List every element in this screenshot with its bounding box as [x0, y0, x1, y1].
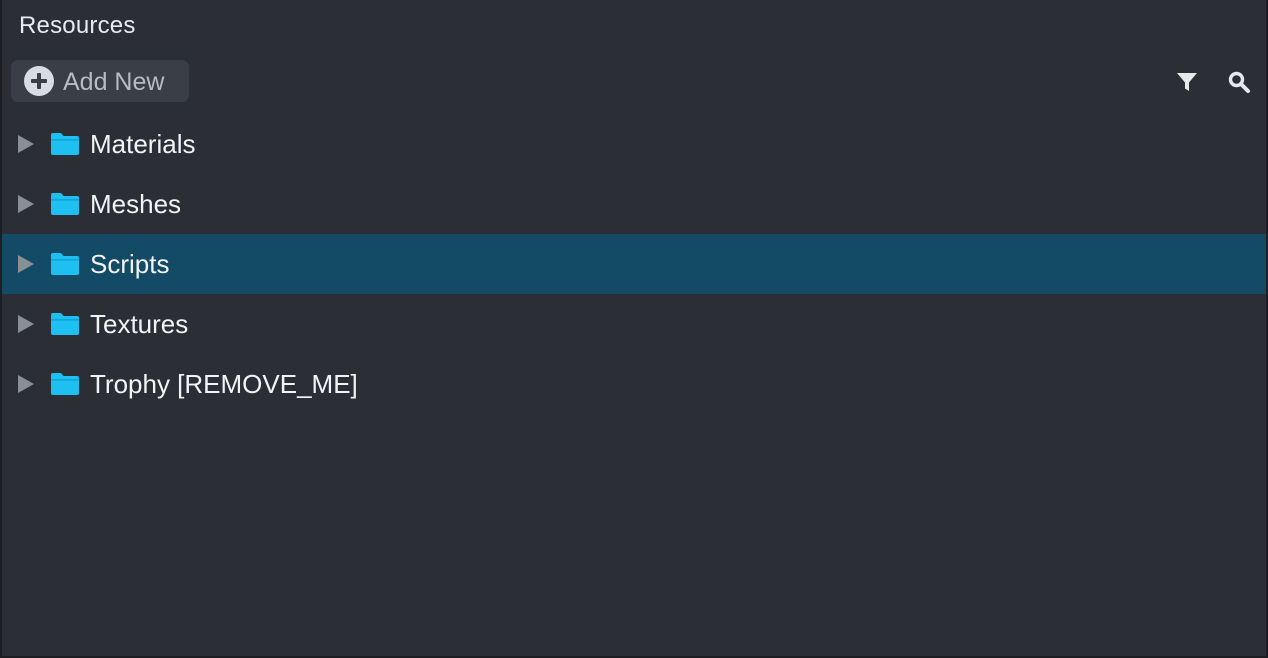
expand-arrow-icon[interactable] — [18, 135, 34, 153]
folder-icon — [51, 313, 79, 335]
expand-arrow-icon[interactable] — [18, 375, 34, 393]
panel-title: Resources — [19, 12, 136, 39]
tree-row-meshes[interactable]: Meshes — [2, 174, 1266, 234]
tree-row-label: Textures — [90, 309, 189, 339]
toolbar: Add New — [2, 56, 1266, 112]
folder-icon — [51, 253, 79, 275]
search-icon[interactable] — [1227, 70, 1251, 94]
tree-row-label: Materials — [90, 129, 196, 159]
tree-row-trophy[interactable]: Trophy [REMOVE_ME] — [2, 354, 1266, 414]
resource-tree: Materials Meshes Scripts Textures Trophy… — [2, 114, 1266, 414]
expand-arrow-icon[interactable] — [18, 255, 34, 273]
expand-arrow-icon[interactable] — [18, 315, 34, 333]
resources-panel: Resources Add New Materials Meshes Scrip… — [0, 0, 1268, 658]
tree-row-materials[interactable]: Materials — [2, 114, 1266, 174]
folder-icon — [51, 193, 79, 215]
tree-row-label: Meshes — [90, 189, 182, 219]
tree-row-label: Scripts — [90, 249, 170, 279]
tree-row-textures[interactable]: Textures — [2, 294, 1266, 354]
add-new-button[interactable]: Add New — [11, 60, 189, 102]
folder-icon — [51, 373, 79, 395]
plus-circle-icon — [24, 66, 54, 96]
folder-icon — [51, 133, 79, 155]
filter-icon[interactable] — [1175, 70, 1199, 94]
tree-row-label: Trophy [REMOVE_ME] — [90, 369, 358, 399]
tree-row-scripts[interactable]: Scripts — [2, 234, 1266, 294]
add-new-label: Add New — [63, 68, 165, 96]
expand-arrow-icon[interactable] — [18, 195, 34, 213]
